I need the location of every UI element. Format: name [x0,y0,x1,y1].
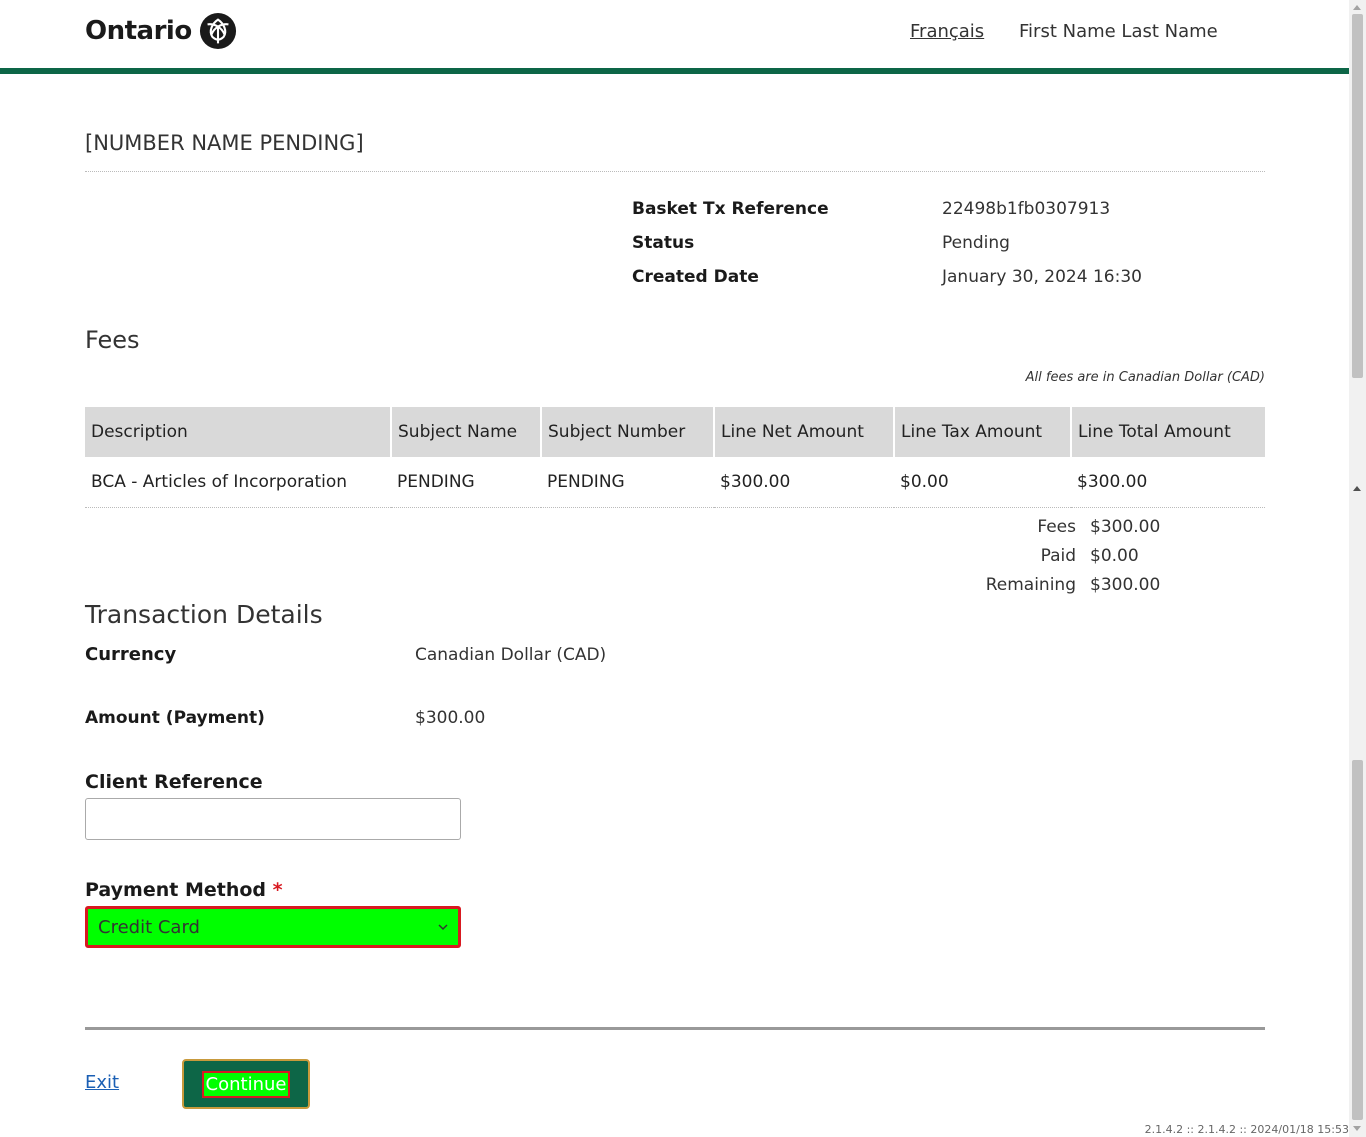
table-cell: $0.00 [894,457,1071,508]
scroll-down-arrow-icon[interactable] [1353,1126,1361,1131]
client-reference-label: Client Reference [85,771,263,793]
logo-text: Ontario [85,16,192,46]
meta-value: January 30, 2024 16:30 [942,267,1142,287]
summary-label: Paid [1040,545,1076,566]
vertical-scrollbar[interactable] [1349,0,1366,1137]
table-cell: $300.00 [1071,457,1265,508]
payment-method-label: Payment Method * [85,879,283,901]
fees-currency-note: All fees are in Canadian Dollar (CAD) [1025,370,1265,385]
continue-button-label: Continue [201,1070,291,1098]
meta-row-status: Status Pending [632,226,1142,260]
continue-button[interactable]: Continue [182,1059,310,1109]
ontario-logo[interactable]: Ontario [85,12,237,50]
meta-value: 22498b1fb0307913 [942,199,1111,219]
site-header: Ontario Français First Name Last Name [0,0,1349,74]
meta-label: Status [632,233,695,253]
fees-summary: Fees $300.00 Paid $0.00 Remaining $300.0… [960,512,1161,599]
payment-method-label-text: Payment Method [85,879,267,901]
meta-label: Basket Tx Reference [632,199,829,219]
amount-value: $300.00 [415,708,486,728]
basket-meta: Basket Tx Reference 22498b1fb0307913 Sta… [632,192,1142,294]
table-row: BCA - Articles of Incorporation PENDING … [85,457,1265,508]
meta-row-reference: Basket Tx Reference 22498b1fb0307913 [632,192,1142,226]
table-cell: BCA - Articles of Incorporation [85,457,391,508]
currency-value: Canadian Dollar (CAD) [415,644,607,665]
exit-link[interactable]: Exit [85,1072,119,1093]
column-header: Description [85,407,392,457]
table-cell: $300.00 [714,457,894,508]
payment-method-select[interactable]: Credit Card [85,906,461,948]
summary-label: Fees [1037,516,1076,537]
fees-table: Description Subject Name Subject Number … [85,407,1265,508]
client-reference-input[interactable] [85,798,461,840]
scroll-thumb-lower[interactable] [1352,760,1363,1120]
version-info: 2.1.4.2 :: 2.1.4.2 :: 2024/01/18 15:53 [1144,1123,1349,1136]
fees-heading: Fees [85,326,140,354]
column-header: Subject Name [391,407,542,457]
form-footer-divider [85,1027,1265,1030]
meta-value: Pending [942,233,1010,253]
meta-row-created-date: Created Date January 30, 2024 16:30 [632,260,1142,294]
meta-label: Created Date [632,267,759,287]
trillium-icon [199,12,236,50]
summary-label: Remaining [985,574,1076,595]
scroll-mid-arrow-icon [1353,486,1361,491]
table-header-row: Description Subject Name Subject Number … [85,407,1265,457]
amount-label: Amount (Payment) [85,708,265,728]
summary-value: $300.00 [1090,516,1161,537]
summary-value: $0.00 [1090,545,1139,566]
chevron-down-icon [438,924,448,931]
column-header: Line Total Amount [1071,407,1265,457]
required-asterisk: * [272,879,283,901]
transaction-details-heading: Transaction Details [85,600,323,629]
scroll-up-arrow-icon[interactable] [1353,5,1361,10]
payment-method-selected-value: Credit Card [98,916,200,938]
language-toggle-link[interactable]: Français [910,21,984,42]
title-divider [85,171,1265,172]
column-header: Line Tax Amount [894,407,1072,457]
user-name[interactable]: First Name Last Name [1019,21,1218,42]
summary-row-paid: Paid $0.00 [960,541,1160,570]
table-cell: PENDING [541,457,714,508]
currency-label: Currency [85,644,177,665]
table-cell: PENDING [391,457,541,508]
column-header: Line Net Amount [714,407,895,457]
amount-row: Amount (Payment) $300.00 [85,708,485,728]
column-header: Subject Number [541,407,715,457]
page-title: [NUMBER NAME PENDING] [85,131,364,155]
summary-row-remaining: Remaining $300.00 [960,570,1161,599]
scroll-thumb-upper[interactable] [1352,14,1363,378]
currency-row: Currency Canadian Dollar (CAD) [85,644,606,665]
summary-row-fees: Fees $300.00 [960,512,1160,541]
summary-value: $300.00 [1090,574,1161,595]
